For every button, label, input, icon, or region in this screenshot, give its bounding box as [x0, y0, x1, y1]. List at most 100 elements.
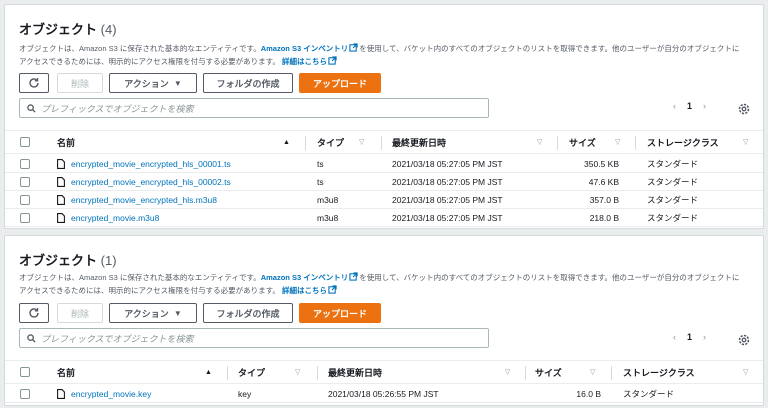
sort-triangle-icon[interactable]: ▽ — [505, 361, 510, 383]
object-modified: 2021/03/18 05:27:05 PM JST — [392, 158, 503, 169]
row-checkbox[interactable] — [20, 158, 30, 169]
sort-triangle-icon[interactable]: ▽ — [537, 131, 542, 153]
refresh-icon — [29, 78, 39, 88]
sort-triangle-icon[interactable]: ▽ — [359, 131, 364, 153]
gear-icon[interactable] — [737, 333, 751, 347]
page-number[interactable]: 1 — [687, 332, 692, 342]
column-divider — [381, 136, 382, 150]
create-folder-button[interactable]: フォルダの作成 — [203, 303, 293, 323]
panel-title: オブジェクト (1) — [19, 250, 117, 269]
object-type: ts — [317, 176, 324, 187]
prev-page-icon[interactable]: ‹ — [673, 332, 676, 342]
table-row[interactable]: encrypted_movie_encrypted_hls_00002.ts t… — [5, 173, 763, 191]
column-size[interactable]: サイズ — [535, 361, 562, 383]
column-type[interactable]: タイプ — [317, 131, 344, 153]
select-all-checkbox[interactable] — [20, 367, 30, 377]
column-size[interactable]: サイズ — [569, 131, 596, 153]
object-type: m3u8 — [317, 194, 339, 205]
pagination: ‹ 1 › — [673, 101, 706, 111]
caret-down-icon: ▼ — [173, 308, 182, 318]
object-storage-class: スタンダード — [647, 212, 699, 223]
pagination: ‹ 1 › — [673, 332, 706, 342]
table-row[interactable]: encrypted_movie.m3u8 m3u8 2021/03/18 05:… — [5, 209, 763, 227]
column-divider — [227, 366, 228, 380]
column-storage-class[interactable]: ストレージクラス — [623, 361, 695, 383]
objects-panel: オブジェクト (4) オブジェクトは、Amazon S3 に保存された基本的なエ… — [4, 4, 764, 229]
object-name-link[interactable]: encrypted_movie_encrypted_hls_00002.ts — [71, 177, 231, 187]
object-count: (4) — [100, 22, 117, 37]
column-type[interactable]: タイプ — [238, 361, 265, 383]
object-type: key — [238, 388, 252, 399]
object-size: 218.0 B — [589, 212, 619, 223]
next-page-icon[interactable]: › — [703, 332, 706, 342]
sort-triangle-icon[interactable]: ▽ — [615, 131, 620, 153]
table-row[interactable]: encrypted_movie_encrypted_hls_00001.ts t… — [5, 155, 763, 173]
panel-description: オブジェクトは、Amazon S3 に保存された基本的なエンティティです。Ama… — [19, 271, 743, 297]
row-checkbox[interactable] — [20, 212, 30, 223]
actions-label: アクション — [124, 78, 169, 89]
column-modified[interactable]: 最終更新日時 — [328, 361, 382, 383]
learn-more-link[interactable]: 詳細はこちら — [282, 57, 327, 66]
next-page-icon[interactable]: › — [703, 101, 706, 111]
file-icon — [57, 176, 65, 187]
column-storage-class[interactable]: ストレージクラス — [647, 131, 719, 153]
object-modified: 2021/03/18 05:27:05 PM JST — [392, 212, 503, 223]
select-all-checkbox[interactable] — [20, 137, 30, 147]
s3-inventory-link[interactable]: Amazon S3 インベントリ — [261, 273, 349, 282]
column-divider — [525, 366, 526, 380]
sort-triangle-icon[interactable]: ▽ — [590, 361, 595, 383]
column-divider — [317, 366, 318, 380]
object-storage-class: スタンダード — [647, 176, 699, 187]
delete-button[interactable]: 削除 — [57, 73, 103, 93]
upload-button[interactable]: アップロード — [299, 73, 381, 93]
object-name-link[interactable]: encrypted_movie.m3u8 — [71, 213, 159, 223]
object-name-link[interactable]: encrypted_movie_encrypted_hls_00001.ts — [71, 159, 231, 169]
object-storage-class: スタンダード — [647, 158, 699, 169]
file-icon — [57, 388, 65, 399]
row-checkbox[interactable] — [20, 388, 30, 399]
sort-triangle-icon[interactable]: ▽ — [743, 131, 748, 153]
table-row[interactable]: encrypted_movie.key key 2021/03/18 05:26… — [5, 385, 763, 403]
row-checkbox[interactable] — [20, 194, 30, 205]
object-name-link[interactable]: encrypted_movie.key — [71, 389, 151, 399]
sort-triangle-icon[interactable]: ▲ — [283, 131, 290, 153]
search-icon — [27, 103, 36, 113]
column-name[interactable]: 名前 — [57, 361, 75, 383]
panel-description: オブジェクトは、Amazon S3 に保存された基本的なエンティティです。Ama… — [19, 42, 743, 68]
refresh-button[interactable] — [19, 303, 49, 323]
create-folder-button[interactable]: フォルダの作成 — [203, 73, 293, 93]
object-name-link[interactable]: encrypted_movie_encrypted_hls.m3u8 — [71, 195, 217, 205]
column-name[interactable]: 名前 — [57, 131, 75, 153]
search-input[interactable]: プレフィックスでオブジェクトを検索 — [19, 328, 489, 348]
column-divider — [635, 136, 636, 150]
learn-more-link[interactable]: 詳細はこちら — [282, 286, 327, 295]
column-modified[interactable]: 最終更新日時 — [392, 131, 446, 153]
row-checkbox[interactable] — [20, 176, 30, 187]
gear-icon[interactable] — [737, 102, 751, 116]
table-row[interactable]: encrypted_movie_encrypted_hls.m3u8 m3u8 … — [5, 191, 763, 209]
search-icon — [27, 333, 36, 343]
sort-triangle-icon[interactable]: ▽ — [295, 361, 300, 383]
object-modified: 2021/03/18 05:27:05 PM JST — [392, 194, 503, 205]
refresh-icon — [29, 308, 39, 318]
external-link-icon — [349, 272, 358, 281]
objects-panel: オブジェクト (1) オブジェクトは、Amazon S3 に保存された基本的なエ… — [4, 235, 764, 406]
actions-dropdown[interactable]: アクション ▼ — [109, 303, 197, 323]
prev-page-icon[interactable]: ‹ — [673, 101, 676, 111]
sort-triangle-icon[interactable]: ▽ — [743, 361, 748, 383]
delete-button[interactable]: 削除 — [57, 303, 103, 323]
object-type: m3u8 — [317, 212, 339, 223]
table-header: 名前 ▲ タイプ ▽ 最終更新日時 ▽ サイズ ▽ ストレージクラス ▽ — [5, 360, 763, 384]
actions-dropdown[interactable]: アクション ▼ — [109, 73, 197, 93]
sort-triangle-icon[interactable]: ▲ — [205, 361, 212, 383]
actions-label: アクション — [124, 308, 169, 319]
s3-inventory-link[interactable]: Amazon S3 インベントリ — [261, 44, 349, 53]
column-divider — [611, 366, 612, 380]
panel-title: オブジェクト (4) — [19, 19, 117, 38]
description-text: オブジェクトは、Amazon S3 に保存された基本的なエンティティです。 — [19, 44, 261, 53]
search-input[interactable]: プレフィックスでオブジェクトを検索 — [19, 98, 489, 118]
refresh-button[interactable] — [19, 73, 49, 93]
upload-button[interactable]: アップロード — [299, 303, 381, 323]
page-number[interactable]: 1 — [687, 101, 692, 111]
external-link-icon — [328, 56, 337, 65]
